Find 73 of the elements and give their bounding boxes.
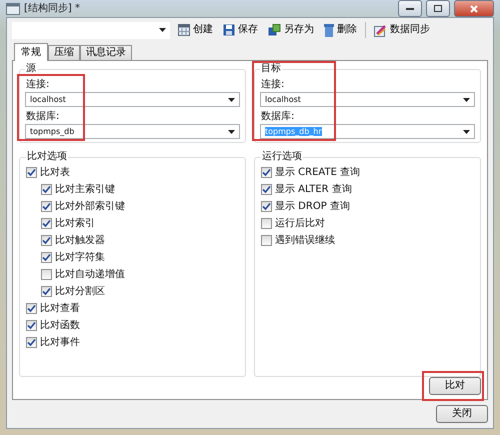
checkbox-label: 比对查看 bbox=[40, 302, 80, 314]
compare-button[interactable]: 比对 bbox=[429, 377, 481, 395]
toolbar-button[interactable]: 另存为 bbox=[266, 24, 316, 36]
field-label: 连接: bbox=[260, 79, 286, 91]
highlight-frame bbox=[422, 371, 484, 401]
minimize-icon bbox=[406, 8, 414, 10]
checkbox-label: 比对主索引键 bbox=[55, 184, 115, 196]
group-title: 源 bbox=[25, 63, 37, 75]
checkbox[interactable] bbox=[41, 218, 52, 229]
dropdown-arrow-icon bbox=[228, 130, 235, 134]
checkbox[interactable] bbox=[41, 269, 52, 280]
app-icon bbox=[6, 2, 20, 14]
checkbox-label: 比对字符集 bbox=[55, 252, 105, 264]
window-title: [结构同步] * bbox=[24, 2, 81, 14]
checkbox[interactable] bbox=[261, 201, 272, 212]
checkbox[interactable] bbox=[26, 167, 37, 178]
close-button[interactable] bbox=[454, 0, 494, 17]
toolbar-button[interactable]: 保存 bbox=[221, 24, 260, 36]
tab[interactable]: 讯息记录 bbox=[80, 45, 132, 61]
toolbar-button[interactable]: 数据同步 bbox=[372, 24, 432, 36]
trash-icon bbox=[324, 24, 334, 36]
checkbox[interactable] bbox=[41, 252, 52, 263]
checkbox[interactable] bbox=[261, 218, 272, 229]
toolbar-button[interactable]: 删除 bbox=[322, 24, 359, 36]
highlight-frame bbox=[17, 74, 85, 141]
field-label: 连接: bbox=[25, 79, 50, 91]
checkbox-label: 比对事件 bbox=[40, 336, 80, 348]
close-dialog-button[interactable]: 关闭 bbox=[436, 405, 488, 423]
checkbox-label: 显示 CREATE 查询 bbox=[275, 166, 360, 178]
checkbox[interactable] bbox=[261, 184, 272, 195]
checkbox[interactable] bbox=[41, 235, 52, 246]
database-select[interactable]: topmps_db bbox=[25, 124, 240, 139]
checkbox-label: 比对函数 bbox=[40, 320, 80, 332]
checkbox-label: 运行后比对 bbox=[275, 218, 325, 230]
checkbox[interactable] bbox=[261, 167, 272, 178]
group-title: 比对选项 bbox=[26, 151, 68, 163]
save-icon bbox=[223, 24, 235, 36]
save-as-icon bbox=[268, 24, 281, 36]
checkbox-label: 比对自动递增值 bbox=[55, 268, 125, 280]
field-label: 数据库: bbox=[260, 111, 296, 123]
checkbox-label: 遇到错误继续 bbox=[275, 234, 335, 246]
dropdown-arrow-icon bbox=[159, 28, 166, 32]
tab[interactable]: 常规 bbox=[14, 43, 48, 61]
checkbox-label: 比对表 bbox=[40, 166, 70, 178]
checkbox[interactable] bbox=[41, 201, 52, 212]
maximize-button[interactable] bbox=[426, 0, 450, 17]
checkbox-label: 比对分割区 bbox=[55, 286, 105, 298]
connection-select[interactable]: localhost bbox=[260, 92, 475, 107]
checkbox[interactable] bbox=[41, 286, 52, 297]
checkbox[interactable] bbox=[261, 235, 272, 246]
table-icon bbox=[178, 24, 190, 36]
checkbox-label: 比对索引 bbox=[55, 218, 95, 230]
checkbox[interactable] bbox=[26, 320, 37, 331]
group-title: 运行选项 bbox=[261, 151, 303, 163]
close-icon bbox=[470, 4, 478, 12]
checkbox[interactable] bbox=[26, 303, 37, 314]
minimize-button[interactable] bbox=[398, 0, 422, 17]
field-label: 数据库: bbox=[25, 111, 60, 123]
group-title: 目标 bbox=[260, 63, 282, 75]
checkbox[interactable] bbox=[41, 184, 52, 195]
sync-icon bbox=[374, 24, 387, 36]
maximize-icon bbox=[434, 5, 442, 12]
dropdown-arrow-icon bbox=[463, 130, 470, 134]
checkbox-label: 显示 DROP 查询 bbox=[275, 200, 350, 212]
dropdown-arrow-icon bbox=[228, 98, 235, 102]
checkbox-label: 比对外部索引键 bbox=[55, 200, 125, 212]
tab[interactable]: 压缩 bbox=[48, 45, 80, 61]
toolbar-button[interactable]: 创建 bbox=[176, 24, 215, 36]
checkbox[interactable] bbox=[26, 337, 37, 348]
checkbox-label: 显示 ALTER 查询 bbox=[275, 184, 352, 196]
connection-select[interactable]: localhost bbox=[25, 92, 240, 107]
dropdown-arrow-icon bbox=[463, 98, 470, 102]
checkbox-label: 比对触发器 bbox=[55, 234, 105, 246]
